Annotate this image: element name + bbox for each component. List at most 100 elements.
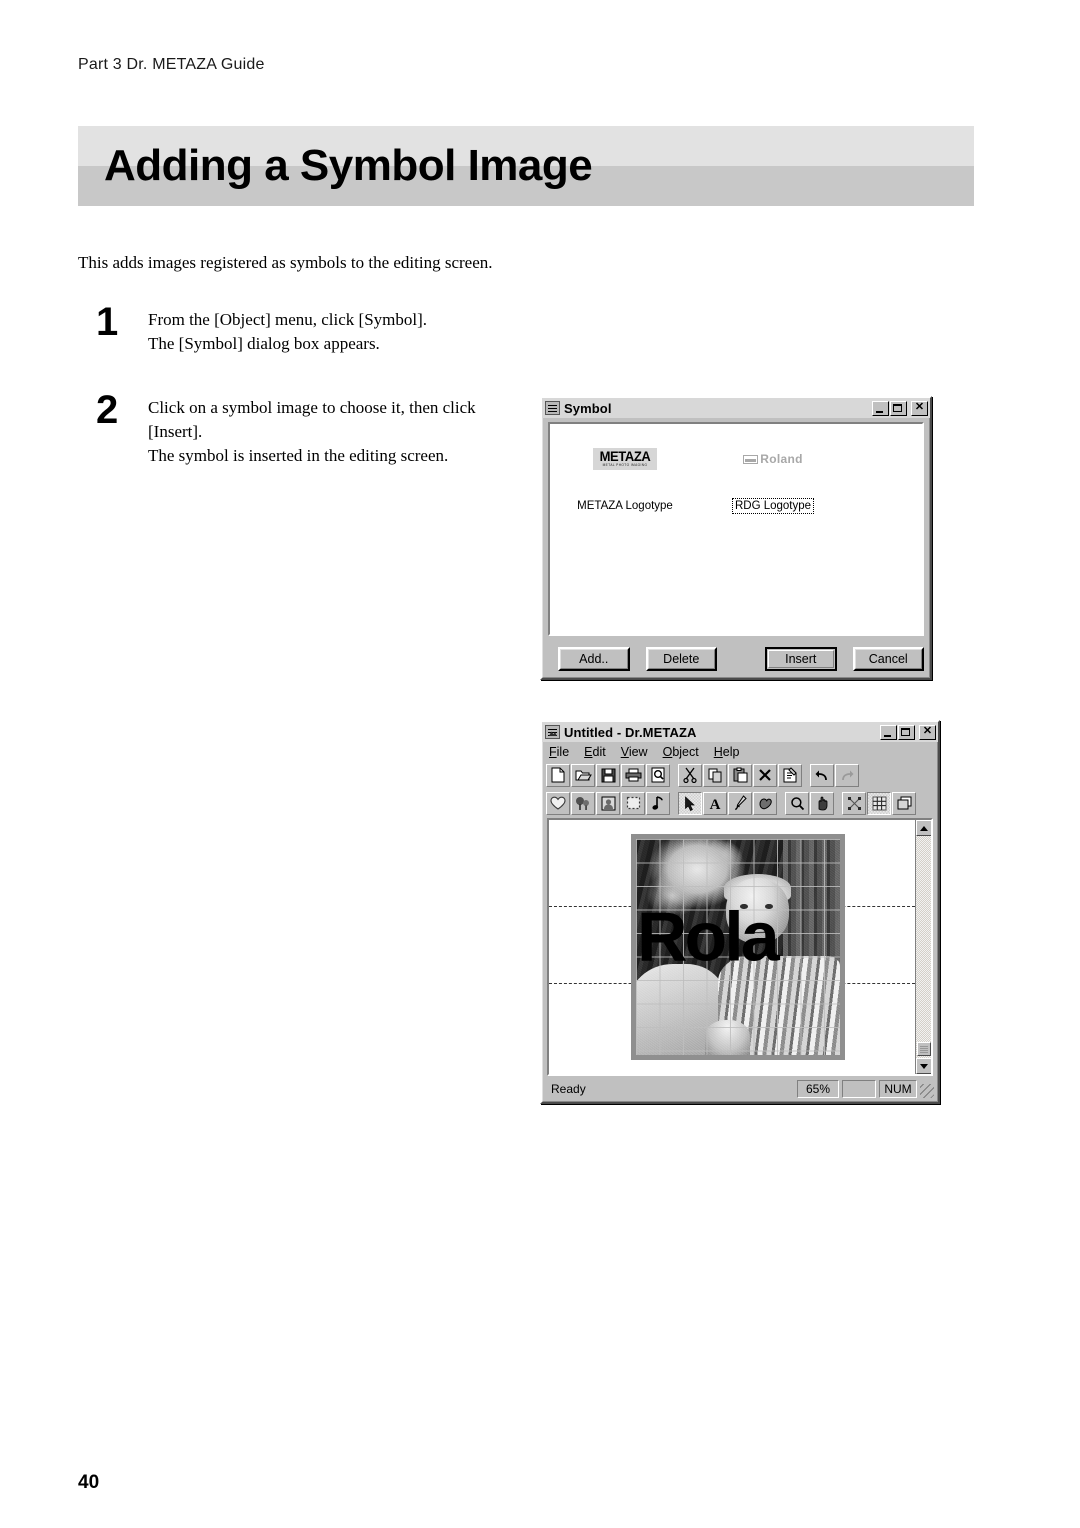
step-1-line-1: From the [Object] menu, click [Symbol]. [148, 310, 428, 329]
standard-toolbar[interactable] [542, 761, 938, 789]
paste-icon[interactable] [728, 763, 752, 787]
roland-mark-icon [743, 454, 759, 464]
save-disk-icon[interactable] [596, 763, 620, 787]
symbol-heart-icon[interactable] [546, 791, 570, 815]
menu-help-rest: elp [722, 744, 740, 759]
file-tool-group [546, 763, 670, 787]
inserted-symbol-text[interactable]: Rola [637, 901, 840, 970]
running-header: Part 3 Dr. METAZA Guide [78, 56, 265, 73]
arrow-select-tool-icon[interactable] [678, 791, 702, 815]
properties-icon[interactable] [778, 763, 802, 787]
undo-arrow-icon[interactable] [810, 763, 834, 787]
status-message: Ready [551, 1082, 586, 1096]
resize-grip[interactable] [920, 1084, 934, 1098]
cancel-button[interactable]: Cancel [852, 647, 924, 671]
pen-tool-icon[interactable] [728, 791, 752, 815]
symbol-app-icon [545, 401, 560, 415]
status-num-lock: NUM [879, 1080, 917, 1098]
zoom-tool-icon[interactable] [785, 791, 809, 815]
minimize-button[interactable] [880, 724, 897, 740]
maximize-button[interactable] [890, 400, 907, 416]
menu-view[interactable]: View [621, 745, 648, 759]
menu-object[interactable]: Object [663, 745, 699, 759]
transform-tool-icon[interactable] [842, 791, 866, 815]
scroll-thumb[interactable] [917, 1042, 931, 1056]
redo-arrow-icon[interactable] [835, 763, 859, 787]
photo-object[interactable]: Rola [636, 839, 840, 1055]
intro-paragraph: This adds images registered as symbols t… [78, 253, 493, 272]
page-title: Adding a Symbol Image [104, 141, 593, 190]
insert-button-label: Insert [785, 652, 817, 666]
open-folder-icon[interactable] [571, 763, 595, 787]
grid-toggle-icon[interactable] [867, 791, 891, 815]
menu-object-rest: bject [672, 744, 699, 759]
menu-edit[interactable]: Edit [584, 745, 606, 759]
view-tools-group [785, 791, 834, 815]
print-preview-icon[interactable] [646, 763, 670, 787]
menu-help[interactable]: Help [714, 745, 740, 759]
shape-tool-icon[interactable] [753, 791, 777, 815]
vertical-scrollbar[interactable] [915, 820, 931, 1074]
music-note-icon[interactable] [646, 791, 670, 815]
portrait-photo-icon[interactable] [596, 791, 620, 815]
metaza-logotype-icon: METAZA METAL PHOTO IMAGING [592, 447, 658, 471]
scene-trees-icon[interactable] [571, 791, 595, 815]
cut-scissors-icon[interactable] [678, 763, 702, 787]
maximize-button[interactable] [898, 724, 915, 740]
scroll-up-button[interactable] [916, 820, 931, 836]
status-blank-panel [842, 1080, 876, 1098]
text-tool-icon[interactable]: A [703, 791, 727, 815]
history-tool-group [810, 763, 859, 787]
symbol-dialog-title: Symbol [564, 400, 612, 416]
print-icon[interactable] [621, 763, 645, 787]
step-2-line-2: [Insert]. [148, 422, 203, 442]
step-2: 2 Click on a symbol image to choose it, … [96, 390, 476, 468]
metaza-app-icon [545, 725, 560, 739]
symbol-list-pane[interactable]: METAZA METAL PHOTO IMAGING METAZA Logoty… [548, 422, 924, 636]
editing-canvas-area[interactable]: Rola [547, 818, 933, 1076]
metaza-window-controls[interactable]: ✕ [880, 724, 936, 740]
delete-button[interactable]: Delete [645, 647, 717, 671]
symbol-item-metaza[interactable]: METAZA METAL PHOTO IMAGING METAZA Logoty… [562, 446, 688, 514]
metaza-main-window[interactable]: Untitled - Dr.METAZA ✕ File Edit View Ob… [540, 720, 940, 1104]
menubar[interactable]: File Edit View Object Help [542, 742, 938, 761]
symbol-dialog-titlebar[interactable]: Symbol ✕ [542, 398, 930, 418]
page-number: 40 [78, 1472, 100, 1493]
step-1-line-2: The [Symbol] dialog box appears. [148, 334, 380, 354]
pan-hand-tool-icon[interactable] [810, 791, 834, 815]
scroll-down-button[interactable] [916, 1058, 931, 1074]
step-1-number: 1 [96, 300, 119, 344]
artboard[interactable]: Rola [631, 834, 845, 1060]
layout-tools-group [842, 791, 916, 815]
add-button-label: Add.. [579, 652, 609, 666]
metaza-titlebar[interactable]: Untitled - Dr.METAZA ✕ [542, 722, 938, 742]
insert-button[interactable]: Insert [765, 647, 837, 671]
roland-logo-thumbnail[interactable]: Roland [743, 446, 802, 472]
symbol-window-controls[interactable]: ✕ [872, 400, 928, 416]
copy-icon[interactable] [703, 763, 727, 787]
step-2-line-1: Click on a symbol image to choose it, th… [148, 398, 476, 417]
status-zoom-level: 65% [797, 1080, 839, 1098]
cancel-button-label: Cancel [868, 652, 908, 666]
menu-file[interactable]: File [549, 745, 569, 759]
add-button[interactable]: Add.. [558, 647, 630, 671]
metaza-window-title: Untitled - Dr.METAZA [564, 724, 697, 740]
symbol-item-rdg[interactable]: Roland RDG Logotype [710, 446, 836, 514]
symbol-dialog-buttons: Add.. Delete Insert Cancel [548, 646, 924, 672]
delete-x-icon[interactable] [753, 763, 777, 787]
new-file-icon[interactable] [546, 763, 570, 787]
page-title-band: Adding a Symbol Image [78, 126, 974, 206]
marquee-select-icon[interactable] [621, 791, 645, 815]
menu-view-rest: iew [628, 744, 648, 759]
close-button[interactable]: ✕ [911, 400, 928, 416]
metaza-logo-thumbnail[interactable]: METAZA METAL PHOTO IMAGING [592, 446, 658, 472]
symbol-label-metaza[interactable]: METAZA Logotype [574, 498, 676, 514]
close-button[interactable]: ✕ [919, 724, 936, 740]
minimize-button[interactable] [872, 400, 889, 416]
menu-file-rest: ile [556, 744, 570, 759]
symbol-label-rdg[interactable]: RDG Logotype [731, 498, 815, 514]
layers-icon[interactable] [892, 791, 916, 815]
symbol-dialog-window[interactable]: Symbol ✕ METAZA METAL PHOTO IMAGING META… [540, 396, 932, 680]
document-stage[interactable]: Rola [549, 820, 915, 1074]
object-toolbar[interactable]: A [542, 789, 938, 817]
